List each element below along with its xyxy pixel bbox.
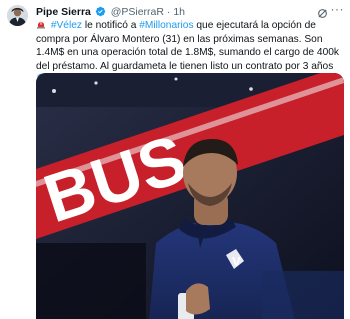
author-name[interactable]: Pipe Sierra <box>36 6 91 18</box>
author-handle[interactable]: @PSierraR <box>111 6 164 18</box>
tweet-media-photo[interactable]: BUS V <box>36 73 344 319</box>
tweet-header: Pipe Sierra @PSierraR · 1h <box>36 4 342 20</box>
tweet-card[interactable]: Pipe Sierra @PSierraR · 1h ··· #Vélez le… <box>0 0 350 319</box>
text-segment: le notificó a <box>82 20 140 31</box>
more-options-icon[interactable]: ··· <box>331 3 345 15</box>
separator-dot: · <box>166 6 171 18</box>
red-siren-emoji <box>36 20 51 31</box>
jacket-logo-text: V <box>232 254 241 269</box>
hashtag-link[interactable]: #Millonarios <box>139 20 193 31</box>
post-time[interactable]: 1h <box>173 6 185 18</box>
hashtag-link[interactable]: #Vélez <box>51 20 82 31</box>
avatar[interactable] <box>7 5 28 26</box>
